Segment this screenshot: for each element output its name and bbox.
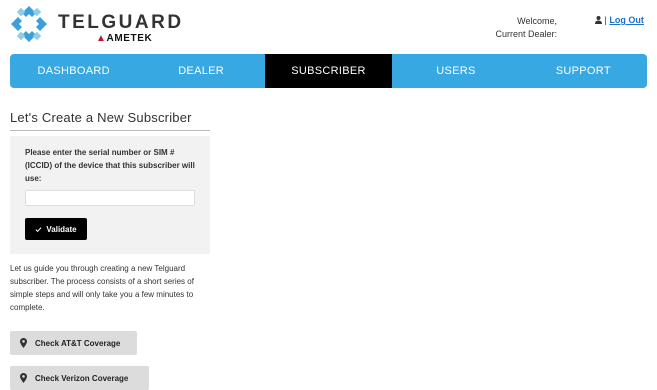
check-verizon-coverage-label: Check Verizon Coverage (35, 373, 129, 383)
telguard-logo[interactable] (10, 5, 48, 43)
check-att-coverage-label: Check AT&T Coverage (35, 338, 121, 348)
main-nav: DASHBOARD DEALER SUBSCRIBER USERS SUPPOR… (10, 54, 647, 88)
validate-label: Validate (46, 224, 77, 234)
separator: | (604, 15, 607, 25)
header: TELGUARD ▲AMETEK Welcome, Current Dealer… (0, 0, 657, 52)
serial-input[interactable] (25, 190, 195, 206)
check-verizon-coverage-button[interactable]: Check Verizon Coverage (10, 366, 149, 390)
check-att-coverage-button[interactable]: Check AT&T Coverage (10, 331, 137, 355)
welcome-text: Welcome, Current Dealer: (473, 15, 557, 41)
nav-support[interactable]: SUPPORT (520, 54, 647, 88)
map-pin-icon (20, 338, 27, 348)
validate-button[interactable]: Validate (25, 218, 87, 240)
guide-text: Let us guide you through creating a new … (10, 264, 194, 312)
title-divider (10, 130, 210, 131)
current-dealer-label: Current Dealer: (495, 29, 557, 39)
map-pin-icon (20, 373, 27, 383)
welcome-line: Welcome, (517, 16, 557, 26)
nav-dealer[interactable]: DEALER (137, 54, 264, 88)
nav-dashboard[interactable]: DASHBOARD (10, 54, 137, 88)
serial-entry-panel: Please enter the serial number or SIM # … (10, 136, 210, 254)
serial-prompt-label: Please enter the serial number or SIM # … (25, 148, 195, 183)
page-title: Let's Create a New Subscriber (10, 110, 192, 125)
user-box: | Log Out (595, 15, 644, 25)
logout-link[interactable]: Log Out (609, 15, 644, 25)
brand-subtitle: ▲AMETEK (96, 33, 153, 44)
nav-users[interactable]: USERS (392, 54, 519, 88)
brand-name: TELGUARD (58, 12, 184, 33)
nav-subscriber[interactable]: SUBSCRIBER (264, 54, 393, 88)
user-icon (595, 16, 602, 24)
check-icon (35, 226, 42, 232)
